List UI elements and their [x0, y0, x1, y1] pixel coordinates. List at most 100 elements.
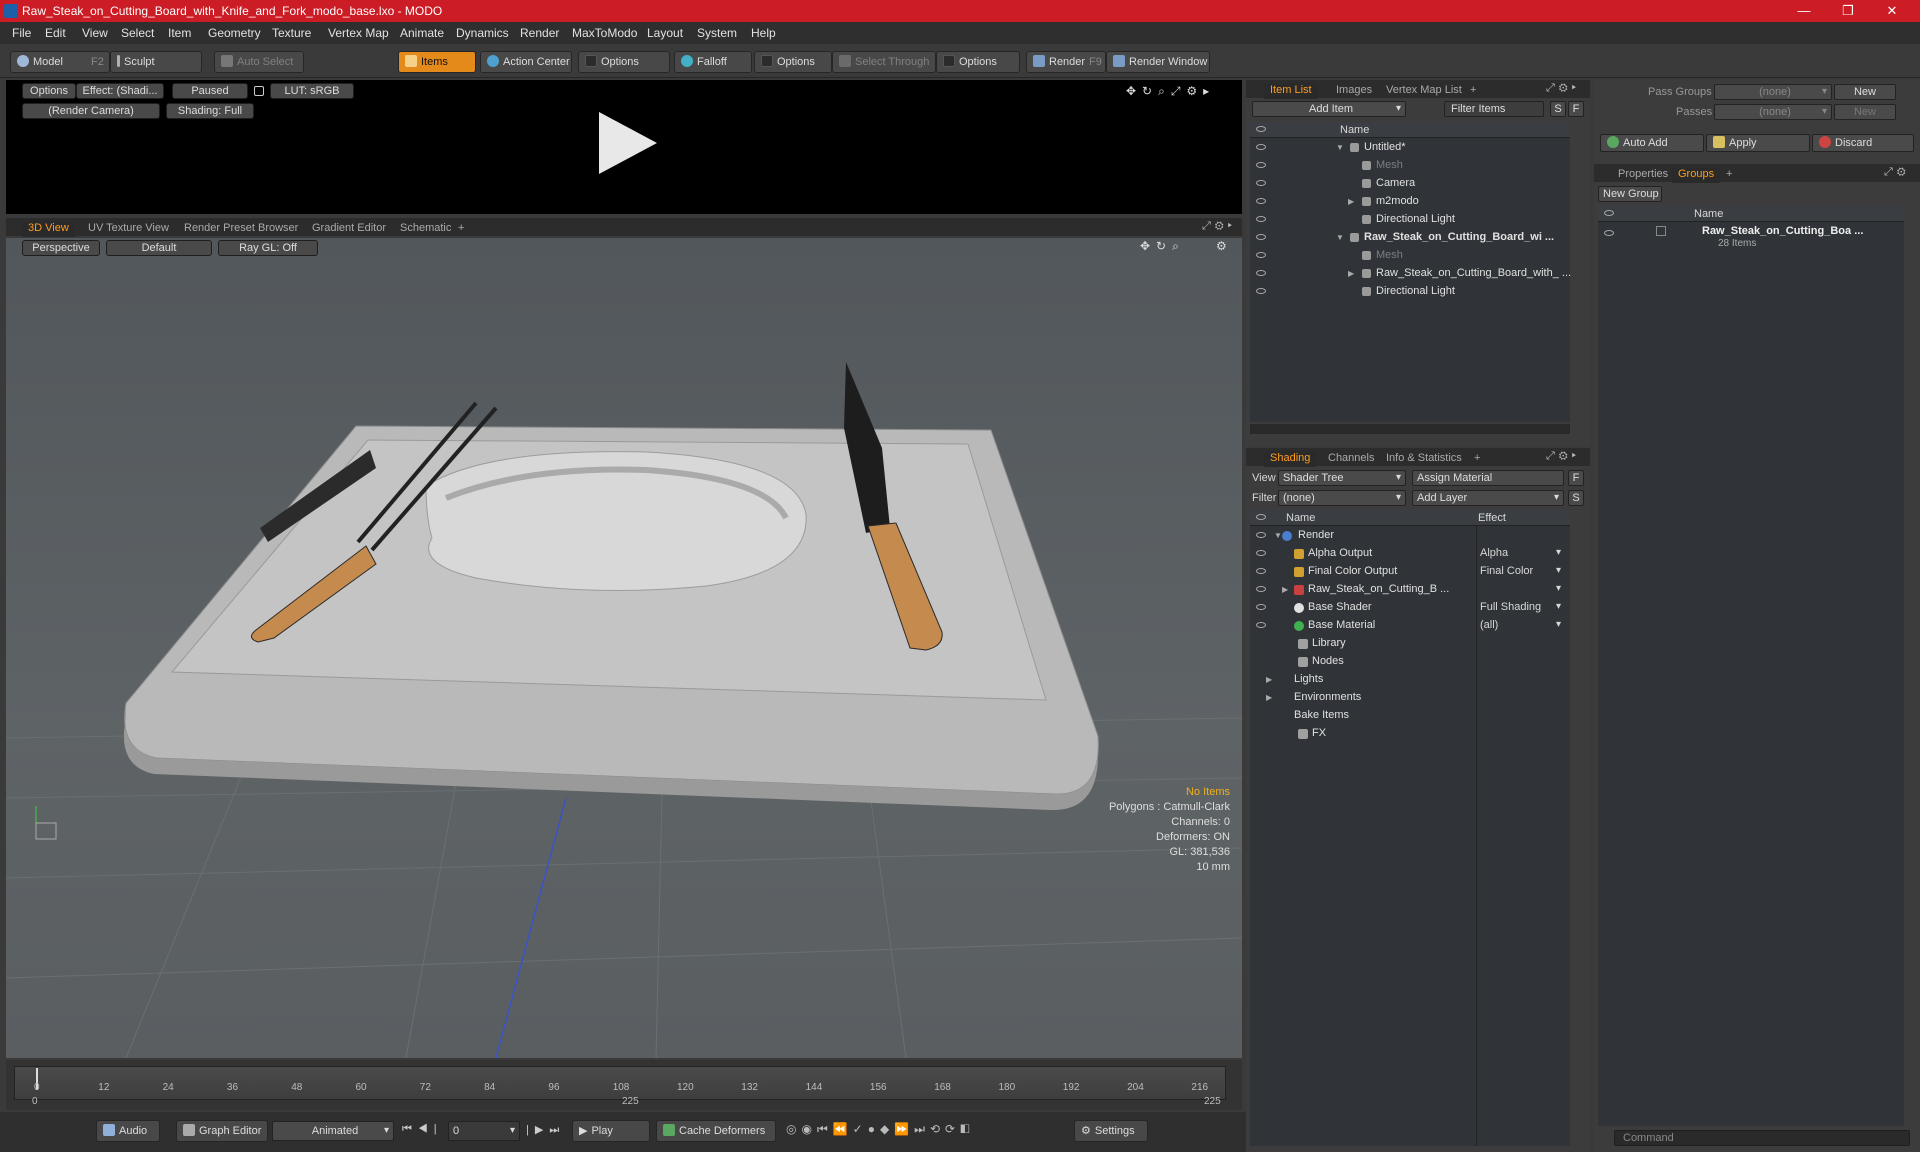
shader-tree-row[interactable]: ▶ Lights	[1250, 672, 1570, 687]
maximize-button[interactable]: ❐	[1826, 0, 1870, 22]
preview-effect-dropdown[interactable]: Effect: (Shadi...	[76, 83, 164, 99]
item-list-controls-icon[interactable]: ⤢⚙▸	[1546, 82, 1580, 95]
lock-icon[interactable]	[254, 86, 264, 96]
render-camera-dropdown[interactable]: (Render Camera)	[22, 103, 160, 119]
effect-dropdown-arrow-icon[interactable]: ▾	[1556, 583, 1561, 594]
item-list-row[interactable]: Directional Light	[1250, 212, 1570, 227]
add-tab-icon-4[interactable]: +	[1720, 167, 1738, 183]
menu-layout[interactable]: Layout	[647, 26, 683, 40]
tab-schematic[interactable]: Schematic	[394, 221, 457, 237]
preview-nav-icons[interactable]: ✥↻⌕⤢⚙▸	[1126, 84, 1215, 99]
falloff-options-button[interactable]: Options	[754, 51, 832, 73]
item-list-row[interactable]: ▼ Raw_Steak_on_Cutting_Board_wi ...	[1250, 230, 1570, 245]
auto-select-button[interactable]: Auto Select	[214, 51, 304, 73]
3d-viewport[interactable]: Perspective Default Ray GL: Off ✥↻⌕ ⚙ No…	[6, 238, 1242, 1058]
item-list-row[interactable]: Camera	[1250, 176, 1570, 191]
visibility-eye-icon[interactable]	[1256, 234, 1266, 240]
item-list-scrollbar[interactable]	[1250, 424, 1570, 434]
action-center-button[interactable]: Action Center	[480, 51, 572, 73]
shader-effect-value[interactable]: Final Color	[1480, 565, 1533, 577]
discard-button[interactable]: Discard	[1812, 134, 1914, 152]
filter-items-field[interactable]: Filter Items	[1444, 101, 1544, 117]
tab-properties[interactable]: Properties	[1612, 167, 1674, 183]
lut-dropdown[interactable]: LUT: sRGB	[270, 83, 354, 99]
expand-arrow-icon[interactable]: ▶	[1348, 269, 1354, 278]
menu-file[interactable]: File	[12, 26, 31, 40]
visibility-eye-icon[interactable]	[1256, 252, 1266, 258]
shader-tree-row[interactable]: Library	[1250, 636, 1570, 651]
shader-tree-row[interactable]: ▶ Raw_Steak_on_Cutting_B ... ▾	[1250, 582, 1570, 597]
menu-view[interactable]: View	[82, 26, 108, 40]
shader-tree-row[interactable]: ▼ Render	[1250, 528, 1570, 543]
shader-eye-icon[interactable]	[1256, 568, 1266, 574]
shader-tree-row[interactable]: Base Shader Full Shading ▾	[1250, 600, 1570, 615]
render-window-button[interactable]: Render Window	[1106, 51, 1210, 73]
tab-3d-view[interactable]: 3D View	[22, 221, 75, 237]
shader-effect-value[interactable]: (all)	[1480, 619, 1498, 631]
preview-options-button[interactable]: Options	[22, 83, 76, 99]
menu-select[interactable]: Select	[121, 26, 154, 40]
shader-tree-row[interactable]: Final Color Output Final Color ▾	[1250, 564, 1570, 579]
tab-channels[interactable]: Channels	[1322, 451, 1380, 467]
tab-shading[interactable]: Shading	[1264, 451, 1317, 467]
shader-tree-row[interactable]: Nodes	[1250, 654, 1570, 669]
new-pass-button[interactable]: New	[1834, 104, 1896, 120]
falloff-button[interactable]: Falloff	[674, 51, 752, 73]
tab-gradient-editor[interactable]: Gradient Editor	[306, 221, 392, 237]
action-center-options-button[interactable]: Options	[578, 51, 670, 73]
play-icon[interactable]	[591, 108, 661, 178]
menu-system[interactable]: System	[697, 26, 737, 40]
shader-tree-row[interactable]: Alpha Output Alpha ▾	[1250, 546, 1570, 561]
tab-render-preset-browser[interactable]: Render Preset Browser	[178, 221, 304, 237]
visibility-eye-icon[interactable]	[1256, 288, 1266, 294]
command-input[interactable]: Command	[1614, 1130, 1910, 1146]
animated-dropdown[interactable]: Animated	[272, 1121, 394, 1141]
sculpt-mode-button[interactable]: Sculpt	[110, 51, 202, 73]
visibility-eye-icon[interactable]	[1256, 270, 1266, 276]
add-tab-icon[interactable]: +	[452, 221, 470, 237]
tab-images[interactable]: Images	[1330, 83, 1378, 99]
item-list-row[interactable]: ▼ Untitled*	[1250, 140, 1570, 155]
key-tool-icons[interactable]: ◎◉⏮⏪✓●◆⏩⏭⟲⟳◧	[786, 1122, 975, 1137]
shader-eye-icon[interactable]	[1256, 622, 1266, 628]
item-list-row[interactable]: Mesh	[1250, 158, 1570, 173]
effect-dropdown-arrow-icon[interactable]: ▾	[1556, 619, 1561, 630]
tab-vertex-map-list[interactable]: Vertex Map List	[1380, 83, 1468, 99]
shader-eye-icon[interactable]	[1256, 550, 1266, 556]
shader-tree-row[interactable]: Base Material (all) ▾	[1250, 618, 1570, 633]
effect-dropdown-arrow-icon[interactable]: ▾	[1556, 565, 1561, 576]
add-tab-icon-2[interactable]: +	[1464, 83, 1482, 99]
group-checkbox-icon[interactable]	[1656, 226, 1666, 236]
visibility-eye-icon[interactable]	[1256, 198, 1266, 204]
expand-arrow-icon[interactable]: ▼	[1336, 143, 1344, 152]
model-mode-button[interactable]: Model F2	[10, 51, 110, 73]
tab-item-list[interactable]: Item List	[1264, 83, 1318, 99]
shading-s-button[interactable]: S	[1568, 490, 1584, 506]
menu-animate[interactable]: Animate	[400, 26, 444, 40]
shader-effect-value[interactable]: Full Shading	[1480, 601, 1541, 613]
shading-dropdown[interactable]: Shading: Full	[166, 103, 254, 119]
play-button[interactable]: ▶ Play	[572, 1120, 650, 1142]
item-list-row[interactable]: Directional Light	[1250, 284, 1570, 299]
visibility-eye-icon[interactable]	[1256, 180, 1266, 186]
pass-groups-dropdown[interactable]: (none)	[1714, 84, 1832, 100]
menu-vertex-map[interactable]: Vertex Map	[328, 26, 389, 40]
shader-eye-icon[interactable]	[1256, 532, 1266, 538]
shading-controls-icon[interactable]: ⤢⚙▸	[1546, 450, 1580, 463]
menu-edit[interactable]: Edit	[45, 26, 66, 40]
expand-arrow-icon[interactable]: ▶	[1266, 675, 1272, 684]
expand-arrow-icon[interactable]: ▶	[1266, 693, 1272, 702]
item-list-f-button[interactable]: F	[1568, 101, 1584, 117]
effect-dropdown-arrow-icon[interactable]: ▾	[1556, 601, 1561, 612]
visibility-eye-icon[interactable]	[1256, 162, 1266, 168]
menu-maxtomodo[interactable]: MaxToModo	[572, 26, 637, 40]
shader-eye-icon[interactable]	[1256, 604, 1266, 610]
expand-arrow-icon[interactable]: ▶	[1348, 197, 1354, 206]
preview-paused-toggle[interactable]: Paused	[172, 83, 248, 99]
add-tab-icon-3[interactable]: +	[1468, 451, 1486, 467]
menu-help[interactable]: Help	[751, 26, 776, 40]
select-through-options-button[interactable]: Options	[936, 51, 1020, 73]
expand-arrow-icon[interactable]: ▶	[1282, 585, 1288, 594]
new-group-button[interactable]: New Group	[1598, 186, 1662, 202]
passes-dropdown[interactable]: (none)	[1714, 104, 1832, 120]
